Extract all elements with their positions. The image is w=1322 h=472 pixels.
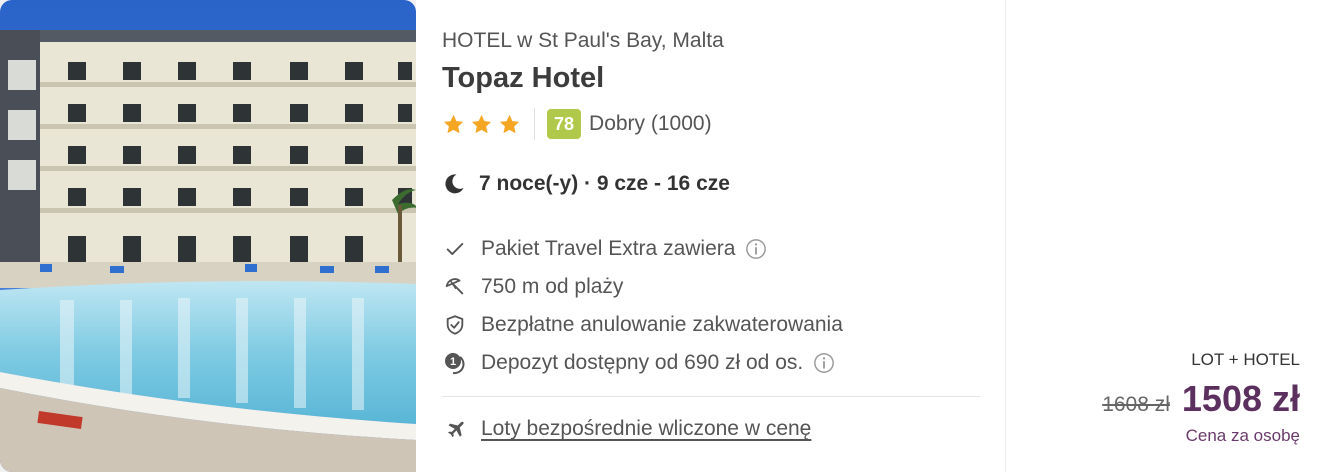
star-icon — [471, 114, 492, 133]
moon-icon — [445, 174, 464, 194]
package-type: LOT + HOTEL — [1191, 350, 1300, 369]
hotel-details: HOTEL w St Paul's Bay, Malta Topaz Hotel… — [416, 0, 1005, 472]
old-price: 1608 zł — [1102, 393, 1170, 416]
deposit-icon: 1 — [442, 350, 468, 376]
feature-deposit: 1 Depozyt dostępny od 690 zł od os. — [442, 348, 835, 378]
price-panel[interactable]: LOT + HOTEL 1608 zł 1508 zł Cena za osob… — [1005, 0, 1322, 472]
feature-free-cancellation: Bezpłatne anulowanie zakwaterowania — [442, 310, 843, 340]
hotel-photo[interactable] — [0, 0, 416, 472]
current-price[interactable]: 1508 zł — [1182, 378, 1300, 420]
feature-text: Bezpłatne anulowanie zakwaterowania — [481, 313, 843, 336]
svg-text:1: 1 — [450, 356, 456, 368]
stay-dates: 7 noce(-y) · 9 cze - 16 cze — [442, 172, 730, 196]
rating-divider — [534, 108, 535, 140]
feature-text: Pakiet Travel Extra zawiera — [481, 237, 736, 260]
rating-row: 78 Dobry (1000) — [442, 108, 712, 140]
hotel-name[interactable]: Topaz Hotel — [442, 62, 604, 95]
hotel-photo-image — [0, 0, 416, 472]
feature-beach-distance: 750 m od plaży — [442, 272, 623, 302]
hotel-offer-card[interactable]: HOTEL w St Paul's Bay, Malta Topaz Hotel… — [0, 0, 1322, 472]
price-per-person: Cena za osobę — [1185, 426, 1300, 445]
star-icon — [443, 114, 464, 133]
price-row: 1608 zł 1508 zł — [1102, 378, 1300, 420]
info-icon[interactable] — [813, 352, 835, 374]
feature-travel-extra: Pakiet Travel Extra zawiera — [442, 234, 767, 264]
beach-umbrella-icon — [442, 274, 468, 300]
direct-flights-link[interactable]: Loty bezpośrednie wliczone w cenę — [442, 414, 811, 444]
shield-check-icon — [442, 312, 468, 338]
rating-text[interactable]: Dobry (1000) — [589, 112, 712, 136]
check-icon — [442, 236, 468, 262]
direct-flights-text[interactable]: Loty bezpośrednie wliczone w cenę — [481, 417, 811, 441]
hotel-location: HOTEL w St Paul's Bay, Malta — [442, 29, 724, 52]
feature-text: Depozyt dostępny od 690 zł od os. — [481, 351, 804, 374]
feature-text: 750 m od plaży — [481, 275, 624, 298]
divider — [442, 396, 980, 397]
airplane-icon — [442, 416, 468, 442]
score-badge: 78 — [547, 109, 582, 139]
stay-dates-text: 7 noce(-y) · 9 cze - 16 cze — [479, 172, 730, 195]
info-icon[interactable] — [745, 238, 767, 260]
star-icon — [499, 114, 520, 133]
